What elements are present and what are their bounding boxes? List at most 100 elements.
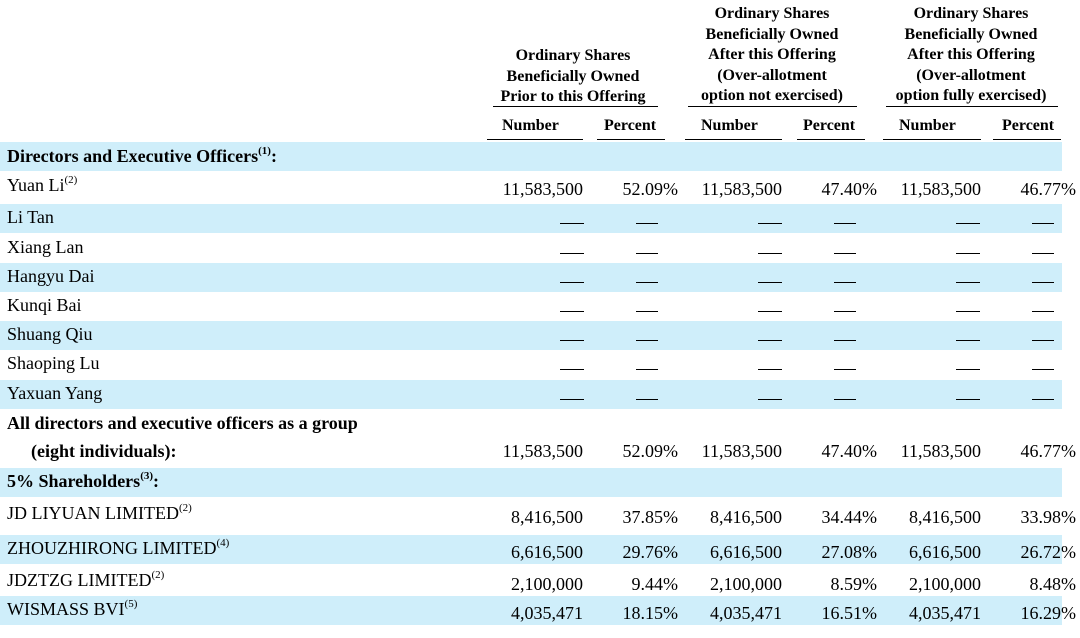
cell-number: 6,616,500 (511, 542, 583, 562)
col-rule (487, 139, 583, 140)
dash-placeholder (834, 340, 856, 341)
cell-number: 2,100,000 (710, 574, 782, 594)
table-row: Yuan Li(2) 11,583,500 52.09% 11,583,500 47.4… (0, 172, 1076, 201)
row-name-text: Shaoping Lu (7, 353, 100, 373)
dash-placeholder (956, 399, 980, 400)
table-row: Yaxuan Yang (0, 380, 1062, 409)
cell-number: 4,035,471 (909, 603, 981, 623)
cell-percent: 34.44% (821, 507, 878, 527)
cell-percent: 47.40% (821, 441, 878, 461)
col-header-percent-fully-exercised: Percent (1002, 117, 1055, 134)
cell-number: 11,583,500 (701, 179, 782, 199)
dash-placeholder (834, 223, 856, 224)
table-row: WISMASS BVI(5) 4,035,471 18.15% 4,035,471 16… (0, 596, 1076, 625)
col-header-percent-prior: Percent (604, 117, 657, 134)
row-name-text: Yuan Li (7, 175, 65, 195)
dash-placeholder (956, 253, 980, 254)
cell-percent: 47.40% (821, 179, 878, 199)
row-name: WISMASS BVI(5) (7, 599, 137, 620)
cell-number: 11,583,500 (900, 179, 981, 199)
cell-number: 6,616,500 (710, 542, 782, 562)
footnote-ref: (1) (258, 145, 271, 157)
row-name: Yaxuan Yang (7, 383, 102, 404)
cell-percent: 18.15% (622, 603, 679, 623)
col-header-percent-not-exercised: Percent (803, 117, 856, 134)
header-rule-fully-exercised (886, 106, 1058, 107)
col-rule (597, 139, 665, 140)
dash-placeholder (758, 399, 782, 400)
dash-placeholder (758, 311, 782, 312)
header-after-offering-fully-exercised: Ordinary Shares Beneficially Owned After… (895, 5, 1047, 104)
dash-placeholder (560, 340, 584, 341)
header-rule-prior (493, 106, 658, 107)
cell-number: 11,583,500 (701, 441, 782, 461)
dash-placeholder (636, 223, 658, 224)
col-header-number-prior: Number (502, 117, 559, 134)
dash-placeholder (560, 253, 584, 254)
dash-placeholder (560, 369, 584, 370)
dash-placeholder (956, 369, 980, 370)
dash-placeholder (636, 340, 658, 341)
cell-number: 6,616,500 (909, 542, 981, 562)
header-after-offering-not-exercised: Ordinary Shares Beneficially Owned After… (701, 5, 843, 104)
cell-number: 2,100,000 (909, 574, 981, 594)
dash-placeholder (956, 311, 980, 312)
row-name-text: WISMASS BVI (7, 599, 125, 619)
col-rule (685, 139, 782, 140)
footnote-ref: (4) (216, 537, 230, 549)
table-row: Xiang Lan (0, 234, 1062, 263)
group-total-line1: All directors and executive officers as … (7, 413, 358, 433)
dash-placeholder (758, 282, 782, 283)
dash-placeholder (636, 253, 658, 254)
col-rule (883, 139, 981, 140)
cell-percent: 46.77% (1020, 441, 1077, 461)
dash-placeholder (758, 223, 782, 224)
cell-number: 11,583,500 (900, 441, 981, 461)
dash-placeholder (758, 340, 782, 341)
row-name: Kunqi Bai (7, 295, 82, 316)
footnote-ref: (2) (151, 569, 165, 581)
row-name: Shuang Qiu (7, 324, 93, 345)
dash-placeholder (834, 253, 856, 254)
cell-percent: 33.98% (1020, 507, 1077, 527)
dash-placeholder (1032, 399, 1054, 400)
cell-number: 4,035,471 (511, 603, 583, 623)
dash-placeholder (834, 399, 856, 400)
cell-percent: 9.44% (631, 574, 679, 594)
col-header-number-fully-exercised: Number (899, 117, 956, 134)
footnote-ref: (2) (64, 174, 78, 186)
table-row: JD LIYUAN LIMITED(2) 8,416,500 37.85% 8,416… (0, 500, 1076, 529)
col-rule (797, 139, 865, 140)
section-header-directors: Directors and Executive Officers(1): (0, 142, 1062, 171)
cell-percent: 16.51% (821, 603, 878, 623)
group-total-line2: (eight individuals): (31, 441, 177, 461)
table-row: Kunqi Bai (0, 292, 1062, 321)
section-label: Directors and Executive Officers (7, 146, 259, 166)
dash-placeholder (1032, 311, 1054, 312)
row-name: Shaoping Lu (7, 353, 100, 374)
dash-placeholder (758, 369, 782, 370)
dash-placeholder (636, 399, 658, 400)
dash-placeholder (560, 399, 584, 400)
row-name-text: JD LIYUAN LIMITED (7, 503, 179, 523)
table-row: JDZTZG LIMITED(2) 2,100,000 9.44% 2,100,000… (0, 567, 1076, 596)
cell-number: 4,035,471 (710, 603, 782, 623)
cell-percent: 16.29% (1020, 603, 1077, 623)
footnote-ref: (2) (178, 502, 192, 514)
group-total-row: All directors and executive officers as … (0, 413, 1076, 465)
cell-percent: 8.59% (830, 574, 878, 594)
cell-percent: 46.77% (1020, 179, 1077, 199)
table-row: Hangyu Dai (0, 263, 1062, 292)
dash-placeholder (834, 282, 856, 283)
dash-placeholder (758, 253, 782, 254)
dash-placeholder (1032, 340, 1054, 341)
dash-placeholder (1032, 223, 1054, 224)
cell-percent: 29.76% (622, 542, 679, 562)
col-header-number-not-exercised: Number (701, 117, 758, 134)
col-rule (993, 139, 1061, 140)
dash-placeholder (834, 369, 856, 370)
cell-percent: 26.72% (1020, 542, 1077, 562)
row-name-text: JDZTZG LIMITED (7, 570, 152, 590)
table-row: Li Tan (0, 204, 1062, 233)
dash-placeholder (956, 223, 980, 224)
